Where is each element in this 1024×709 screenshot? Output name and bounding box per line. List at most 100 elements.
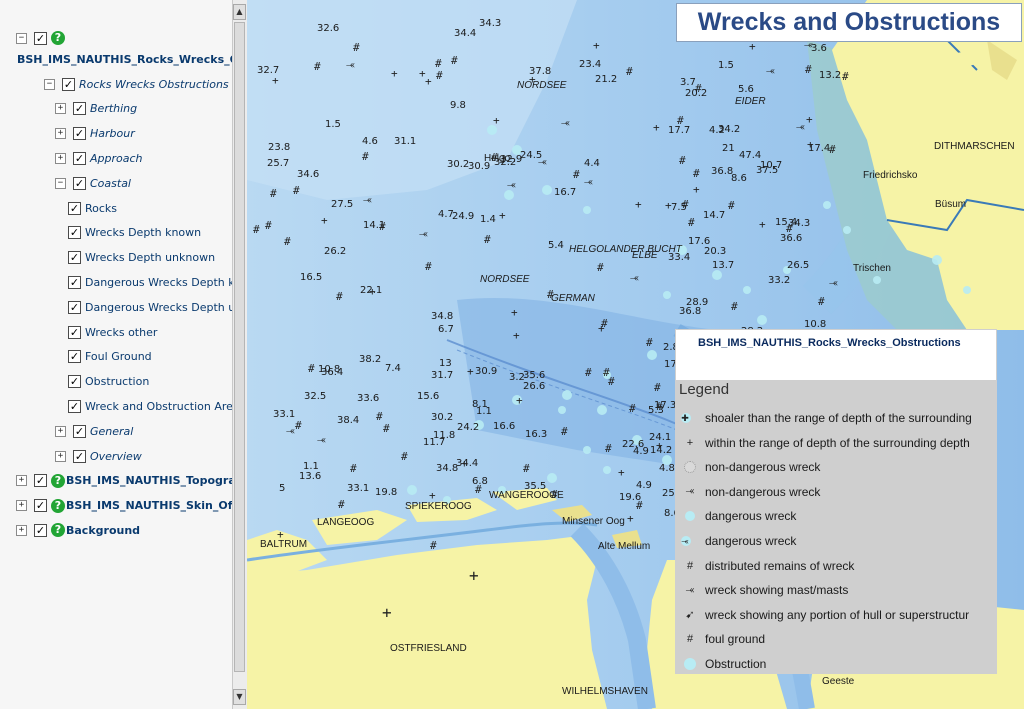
tree-node-label[interactable]: Wrecks Depth unknown	[85, 251, 215, 264]
help-icon[interactable]: ?	[51, 523, 65, 538]
tree-node-19[interactable]: + ✓? Background	[16, 520, 140, 540]
layer-checkbox[interactable]: ✓	[68, 375, 81, 389]
plus-icon: +	[593, 39, 600, 52]
layer-checkbox[interactable]: ✓	[34, 523, 47, 537]
expand-icon[interactable]: +	[16, 500, 27, 512]
layer-checkbox[interactable]: ✓	[68, 325, 81, 339]
plus-icon: +	[529, 73, 536, 86]
tree-node-18[interactable]: + ✓?BSH_IMS_NAUTHIS_Skin_Of_Th	[16, 496, 232, 516]
tree-node-9[interactable]: ✓ Dangerous Wrecks Depth know	[68, 272, 232, 292]
layer-checkbox[interactable]: ✓	[62, 77, 75, 91]
tree-node-label[interactable]: Foul Ground	[85, 350, 152, 363]
tree-node-label[interactable]: BSH_IMS_NAUTHIS_Topography	[66, 474, 232, 487]
wreck-symbol-icon: #	[435, 57, 442, 70]
tree-node-label[interactable]: Harbour	[90, 127, 135, 140]
plus-icon: +	[429, 489, 436, 502]
tree-node-label[interactable]: Overview	[90, 450, 142, 463]
tree-node-13[interactable]: ✓ Obstruction	[68, 372, 149, 392]
place-label: GERMAN	[551, 293, 595, 304]
layer-checkbox[interactable]: ✓	[68, 300, 81, 314]
tree-node-label[interactable]: Dangerous Wrecks Depth know	[85, 276, 232, 289]
scroll-thumb[interactable]	[234, 22, 245, 672]
tree-node-label[interactable]: Obstruction	[85, 375, 149, 388]
tree-node-label[interactable]: General	[90, 425, 133, 438]
tree-node-4[interactable]: + ✓ Approach	[55, 148, 143, 168]
expand-icon[interactable]: +	[55, 450, 66, 462]
depth-sounding: 27.5	[331, 199, 354, 210]
layer-checkbox[interactable]: ✓	[68, 201, 81, 215]
tree-node-label[interactable]: Dangerous Wrecks Depth unkn	[85, 301, 232, 314]
layer-checkbox[interactable]: ✓	[73, 176, 86, 190]
tree-node-10[interactable]: ✓ Dangerous Wrecks Depth unkn	[68, 297, 232, 317]
layer-checkbox[interactable]: ✓	[34, 499, 47, 513]
expand-icon[interactable]: +	[55, 103, 66, 115]
depth-sounding: 5.4	[548, 240, 564, 251]
tree-node-label[interactable]: Wrecks Depth known	[85, 226, 201, 239]
help-icon[interactable]: ?	[51, 498, 65, 513]
layer-checkbox[interactable]: ✓	[34, 474, 47, 488]
depth-sounding: 32.6	[317, 23, 340, 34]
tree-node-12[interactable]: ✓ Foul Ground	[68, 347, 152, 367]
layer-checkbox[interactable]: ✓	[34, 31, 47, 45]
layer-checkbox[interactable]: ✓	[68, 399, 81, 413]
help-icon[interactable]: ?	[51, 473, 65, 488]
layer-checkbox[interactable]: ✓	[68, 251, 81, 265]
place-label: LANGEOOG	[317, 517, 375, 528]
collapse-icon[interactable]: −	[44, 78, 55, 90]
layer-checkbox[interactable]: ✓	[73, 127, 86, 141]
tree-node-8[interactable]: ✓ Wrecks Depth unknown	[68, 248, 215, 268]
expand-icon[interactable]: +	[55, 128, 66, 140]
tree-node-label[interactable]: Approach	[90, 152, 143, 165]
tree-node-14[interactable]: ✓ Wreck and Obstruction Area	[68, 396, 232, 416]
tree-node-label[interactable]: Coastal	[90, 177, 131, 190]
tree-node-3[interactable]: + ✓ Harbour	[55, 124, 135, 144]
tree-node-16[interactable]: + ✓ Overview	[55, 446, 142, 466]
layer-checkbox[interactable]: ✓	[73, 449, 86, 463]
layer-checkbox[interactable]: ✓	[73, 151, 86, 165]
collapse-icon[interactable]: −	[16, 32, 27, 44]
wreck-symbol-icon: #	[430, 539, 437, 552]
depth-sounding: 4.6	[362, 136, 378, 147]
wreck-symbol-icon: ⤛	[630, 271, 639, 284]
layer-checkbox[interactable]: ✓	[68, 350, 81, 364]
tree-node-label[interactable]: Background	[66, 524, 140, 537]
tree-node-label-row[interactable]: BSH_IMS_NAUTHIS_Rocks_Wrecks_Obst	[17, 49, 232, 69]
expand-icon[interactable]: +	[55, 425, 66, 437]
depth-sounding: 36.8	[711, 166, 734, 177]
collapse-icon[interactable]: −	[55, 177, 66, 189]
scroll-up-button[interactable]: ▲	[233, 4, 246, 20]
tree-node-15[interactable]: + ✓ General	[55, 421, 133, 441]
tree-node-0[interactable]: − ✓?	[16, 28, 66, 48]
tree-node-5[interactable]: − ✓ Coastal	[55, 173, 131, 193]
tree-node-6[interactable]: ✓ Rocks	[68, 198, 117, 218]
expand-icon[interactable]: +	[16, 475, 27, 487]
depth-sounding: 31.1	[394, 136, 417, 147]
wreck-symbol-icon: #	[728, 199, 735, 212]
tree-node-label[interactable]: Wrecks other	[85, 326, 157, 339]
layer-checkbox[interactable]: ✓	[73, 102, 86, 116]
scroll-down-button[interactable]: ▼	[233, 689, 246, 705]
tree-node-label[interactable]: Rocks	[85, 202, 117, 215]
legend-item-label: Obstruction	[705, 657, 767, 671]
expand-icon[interactable]: +	[16, 524, 27, 536]
tree-node-label[interactable]: BSH_IMS_NAUTHIS_Skin_Of_Th	[66, 499, 232, 512]
tree-node-17[interactable]: + ✓?BSH_IMS_NAUTHIS_Topography	[16, 471, 232, 491]
non-dangerous-wreck-dot-icon	[675, 461, 705, 474]
tree-node-label[interactable]: Berthing	[90, 102, 137, 115]
tree-node-label[interactable]: Rocks Wrecks Obstructions	[79, 78, 229, 91]
layer-checkbox[interactable]: ✓	[68, 226, 81, 240]
tree-node-label[interactable]: Wreck and Obstruction Area	[85, 400, 232, 413]
layer-checkbox[interactable]: ✓	[68, 275, 81, 289]
tree-node-label[interactable]: BSH_IMS_NAUTHIS_Rocks_Wrecks_Obst	[17, 53, 232, 66]
tree-node-1[interactable]: − ✓ Rocks Wrecks Obstructions	[44, 74, 229, 94]
wreck-symbol-icon: #	[523, 462, 530, 475]
wreck-symbol-icon: #	[475, 483, 482, 496]
tree-scrollbar[interactable]: ▲ ▼	[232, 0, 247, 709]
tree-node-7[interactable]: ✓ Wrecks Depth known	[68, 223, 201, 243]
expand-icon[interactable]: +	[55, 152, 66, 164]
help-icon[interactable]: ?	[51, 31, 65, 45]
layer-checkbox[interactable]: ✓	[73, 424, 86, 438]
tree-node-11[interactable]: ✓ Wrecks other	[68, 322, 157, 342]
depth-sounding: 13.7	[712, 260, 735, 271]
tree-node-2[interactable]: + ✓ Berthing	[55, 99, 137, 119]
